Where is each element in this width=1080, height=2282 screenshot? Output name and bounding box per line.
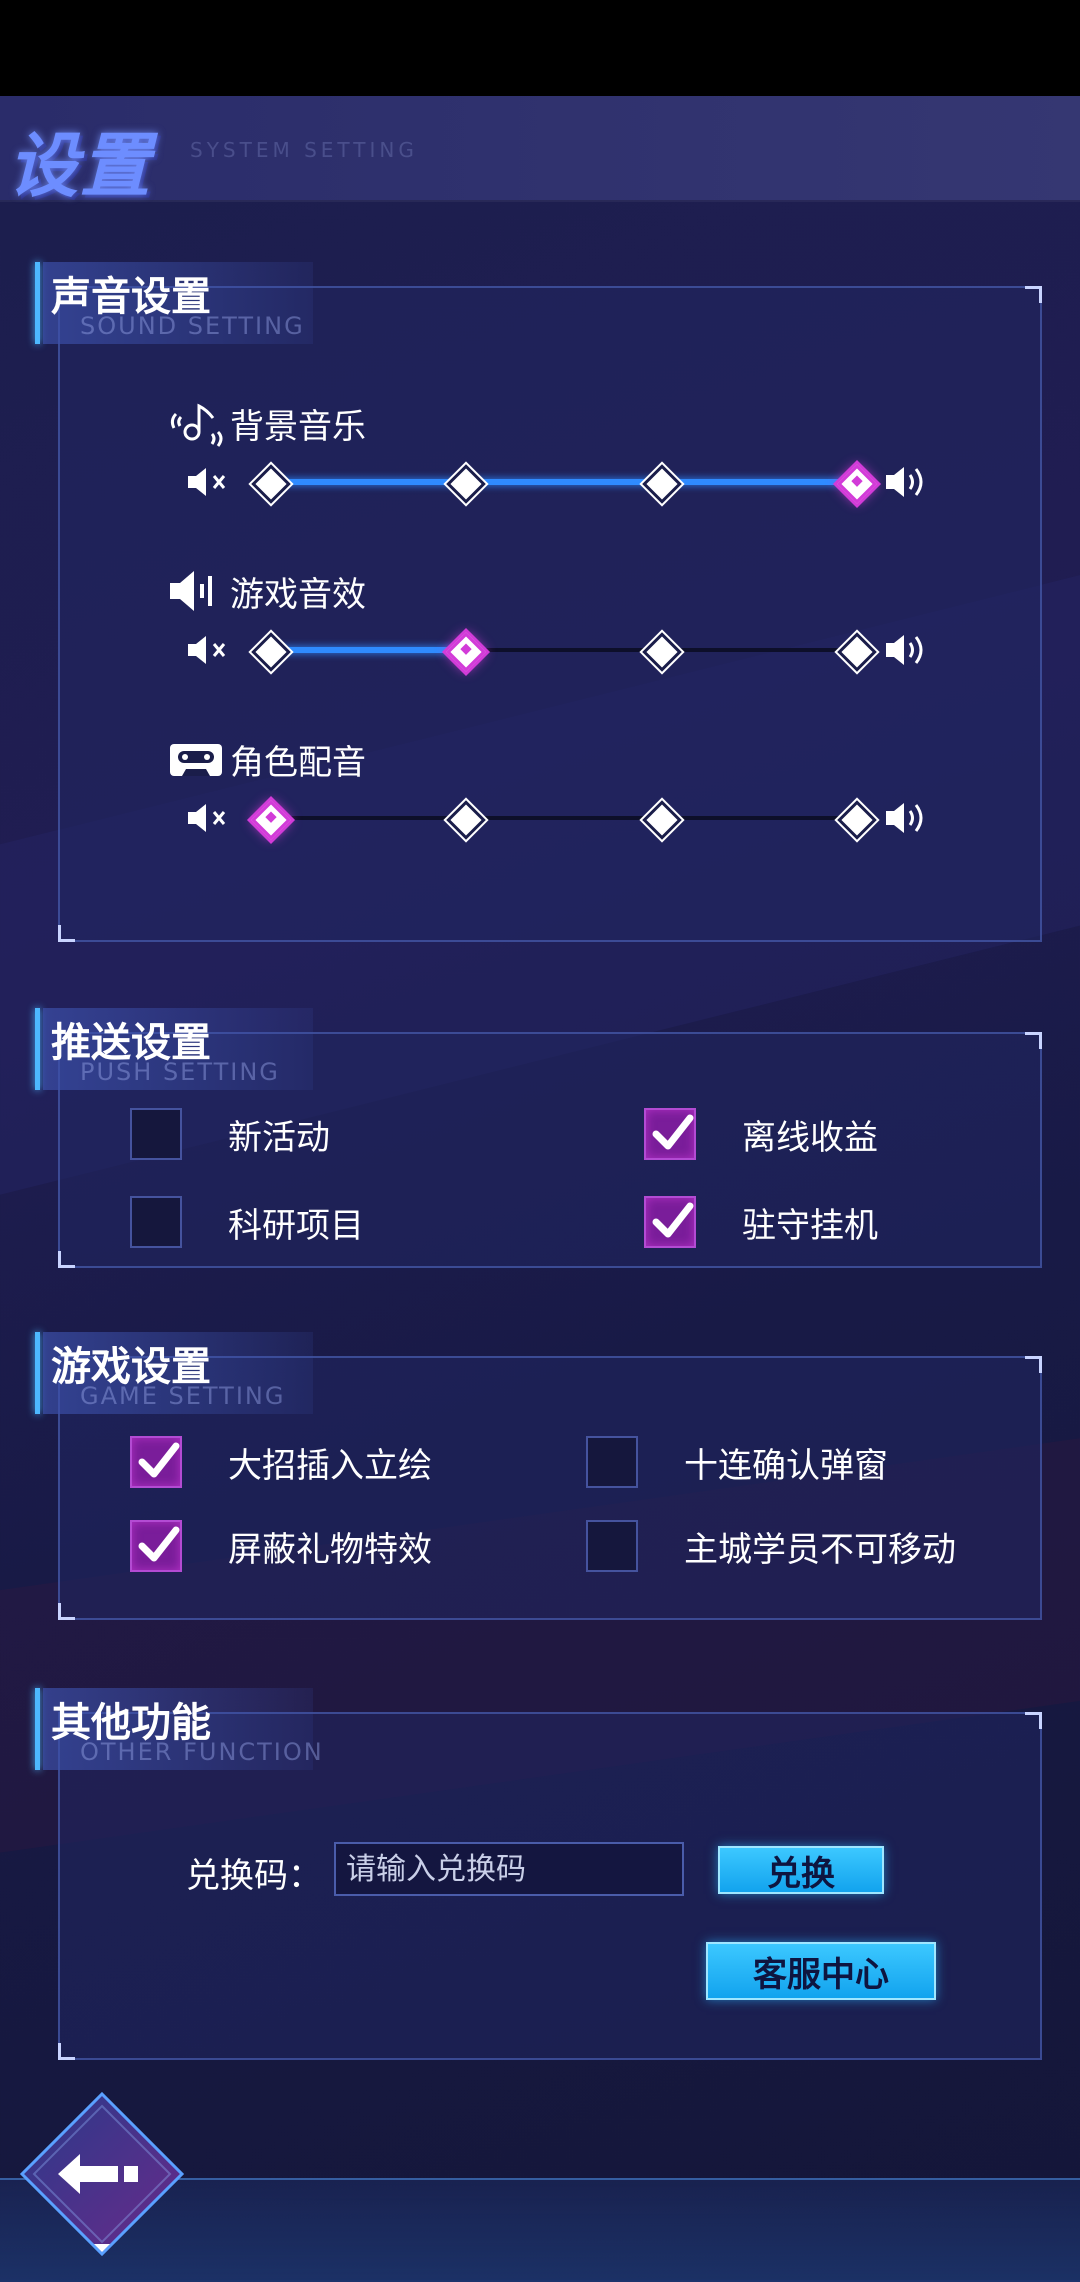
checkbox-label: 新活动 [228, 1117, 330, 1158]
voice-volume-slider[interactable] [168, 796, 928, 840]
panel-corner [58, 1603, 75, 1620]
game-ult-portrait-toggle[interactable]: 大招插入立绘 [130, 1432, 432, 1492]
checkbox-label: 大招插入立绘 [228, 1445, 432, 1486]
cassette-icon [168, 734, 230, 784]
bgm-label-group: 背景音乐 [168, 398, 366, 448]
slider-track [270, 816, 856, 820]
checkbox[interactable] [130, 1436, 182, 1488]
panel-corner [58, 1251, 75, 1268]
music-note-icon [168, 398, 230, 448]
section-subtitle: GAME SETTING [80, 1382, 286, 1410]
push-offline-income-toggle[interactable]: 离线收益 [644, 1104, 878, 1164]
checkbox[interactable] [130, 1520, 182, 1572]
section-subtitle: PUSH SETTING [80, 1058, 280, 1086]
speaker-icon [168, 566, 230, 616]
slider-step-0[interactable] [251, 464, 291, 504]
slider-step-0[interactable] [251, 800, 291, 840]
checkbox[interactable] [644, 1108, 696, 1160]
game-ten-pull-confirm-toggle[interactable]: 十连确认弹窗 [586, 1432, 888, 1492]
bgm-label: 背景音乐 [230, 406, 366, 447]
checkbox-label: 屏蔽礼物特效 [228, 1529, 432, 1570]
checkmark-icon [652, 1202, 694, 1238]
voice-label: 角色配音 [230, 742, 366, 783]
section-bar [35, 1332, 40, 1414]
checkbox-label: 离线收益 [742, 1117, 878, 1158]
redeem-button[interactable]: 兑换 [718, 1846, 884, 1894]
checkmark-icon [652, 1114, 694, 1150]
panel-corner [1025, 1712, 1042, 1729]
panel-corner [58, 925, 75, 942]
panel-corner [1025, 1032, 1042, 1049]
checkbox[interactable] [130, 1108, 182, 1160]
mute-icon [188, 636, 226, 664]
checkbox-label: 科研项目 [228, 1205, 364, 1246]
checkbox[interactable] [586, 1520, 638, 1572]
sfx-label: 游戏音效 [230, 574, 366, 615]
customer-service-button[interactable]: 客服中心 [706, 1942, 936, 2000]
volume-max-icon [886, 803, 923, 833]
push-new-event-toggle[interactable]: 新活动 [130, 1104, 330, 1164]
mute-icon [188, 468, 226, 496]
slider-step-3[interactable] [837, 632, 877, 672]
top-bar: 设置 SYSTEM SETTING [0, 96, 1080, 207]
game-hide-gift-effects-toggle[interactable]: 屏蔽礼物特效 [130, 1516, 432, 1576]
volume-max-icon [886, 635, 923, 665]
checkbox-label: 主城学员不可移动 [684, 1529, 956, 1570]
back-arrow-icon [19, 2091, 185, 2257]
game-students-immobile-toggle[interactable]: 主城学员不可移动 [586, 1516, 956, 1576]
slider-step-0[interactable] [251, 632, 291, 672]
voice-label-group: 角色配音 [168, 734, 366, 784]
slider-step-3[interactable] [837, 464, 877, 504]
mute-icon [188, 804, 226, 832]
panel-corner [1025, 286, 1042, 303]
panel-corner [58, 2043, 75, 2060]
checkbox[interactable] [130, 1196, 182, 1248]
section-bar [35, 262, 40, 344]
checkbox[interactable] [644, 1196, 696, 1248]
section-bar [35, 1008, 40, 1090]
checkbox[interactable] [586, 1436, 638, 1488]
sfx-volume-slider[interactable] [168, 628, 928, 672]
page-subtitle: SYSTEM SETTING [190, 138, 418, 162]
slider-fill [270, 479, 856, 485]
page-title: 设置 [8, 125, 152, 207]
bgm-volume-slider[interactable] [168, 460, 928, 504]
slider-step-3[interactable] [837, 800, 877, 840]
push-research-toggle[interactable]: 科研项目 [130, 1192, 364, 1252]
section-subtitle: OTHER FUNCTION [80, 1738, 324, 1766]
checkbox-label: 驻守挂机 [742, 1205, 878, 1246]
slider-step-1[interactable] [446, 800, 487, 840]
push-garrison-idle-toggle[interactable]: 驻守挂机 [644, 1192, 878, 1252]
slider-step-2[interactable] [641, 632, 682, 672]
volume-max-icon [886, 467, 923, 497]
slider-step-2[interactable] [641, 800, 682, 840]
redeem-code-input[interactable] [334, 1842, 684, 1896]
slider-step-1[interactable] [446, 632, 487, 672]
panel-corner [1025, 1356, 1042, 1373]
checkbox-label: 十连确认弹窗 [684, 1445, 888, 1486]
redeem-code-label: 兑换码： [186, 1856, 322, 1896]
slider-step-1[interactable] [446, 464, 487, 504]
checkmark-icon [138, 1526, 180, 1562]
section-bar [35, 1688, 40, 1770]
slider-step-2[interactable] [641, 464, 682, 504]
status-bar [0, 0, 1080, 96]
checkmark-icon [138, 1442, 180, 1478]
section-subtitle: SOUND SETTING [80, 312, 305, 340]
slider-fill [270, 647, 466, 653]
back-button[interactable] [18, 2090, 186, 2258]
sfx-label-group: 游戏音效 [168, 566, 366, 616]
